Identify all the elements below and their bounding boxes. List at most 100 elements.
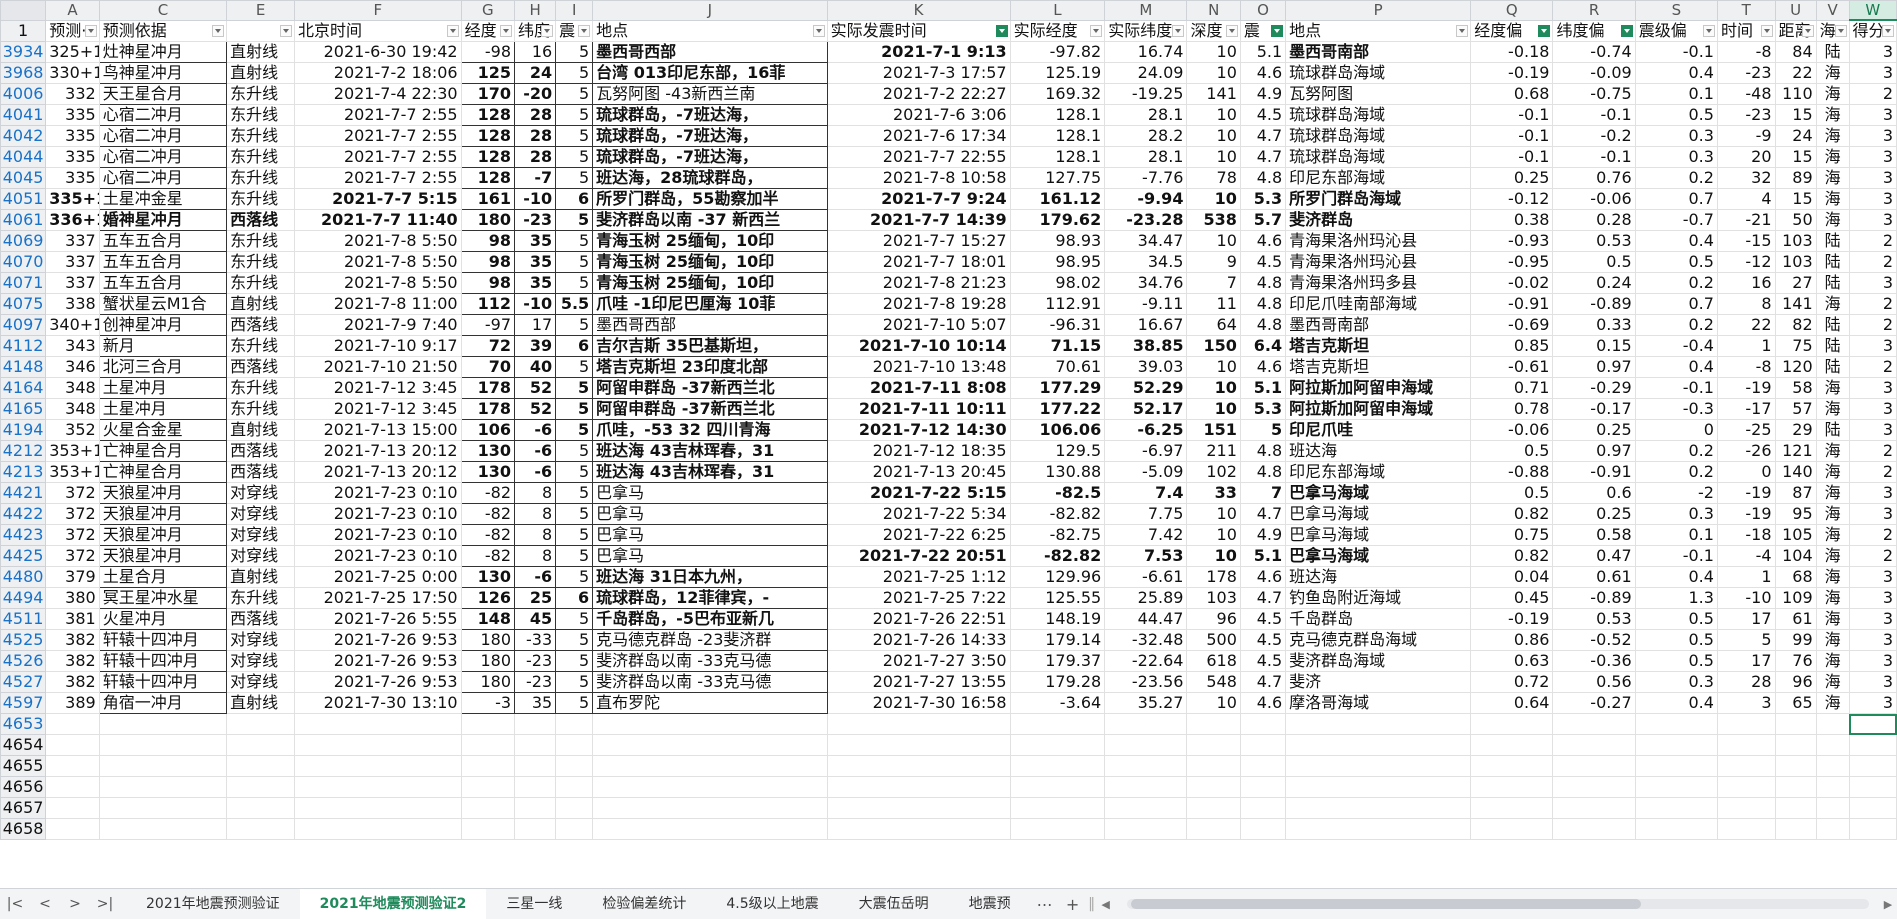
row-number[interactable]: 1	[0, 19, 47, 42]
table-cell[interactable]: 6.4	[1239, 335, 1287, 357]
table-cell[interactable]: 68	[1774, 566, 1817, 588]
table-cell[interactable]: 3	[1848, 608, 1897, 630]
table-cell[interactable]: -23	[514, 650, 557, 672]
table-cell[interactable]: 24.09	[1104, 62, 1188, 84]
table-cell[interactable]: 180	[460, 209, 516, 231]
table-cell[interactable]: -0.17	[1552, 398, 1636, 420]
table-cell[interactable]	[1470, 818, 1554, 840]
table-cell[interactable]: 0.82	[1470, 503, 1554, 525]
table-cell[interactable]: 618	[1186, 650, 1241, 672]
table-cell[interactable]: 78	[1186, 167, 1241, 189]
table-cell[interactable]: 新月	[98, 335, 228, 357]
table-cell[interactable]: -18	[1716, 524, 1776, 546]
table-cell[interactable]	[1104, 818, 1188, 840]
table-cell[interactable]: -82	[460, 503, 516, 525]
table-cell[interactable]: -9	[1716, 125, 1776, 147]
table-cell[interactable]: 128	[460, 104, 516, 126]
table-cell[interactable]: 6	[555, 188, 594, 210]
table-cell[interactable]	[1815, 818, 1850, 840]
table-cell[interactable]: 天狼星冲月	[98, 503, 228, 525]
table-cell[interactable]: 348	[45, 377, 100, 399]
table-cell[interactable]	[294, 818, 462, 840]
table-cell[interactable]: 5	[555, 125, 594, 147]
table-cell[interactable]	[555, 713, 594, 735]
table-cell[interactable]: 青海果洛州玛沁县	[1285, 230, 1472, 252]
table-cell[interactable]: 陆	[1815, 41, 1850, 63]
sheet-tab[interactable]: 4.5级以上地震	[706, 889, 838, 919]
table-cell[interactable]: 10	[1186, 356, 1241, 378]
table-cell[interactable]: 2021-7-6 3:06	[826, 104, 1011, 126]
table-cell[interactable]: 11	[1186, 293, 1241, 315]
table-cell[interactable]: 陆	[1815, 272, 1850, 294]
table-cell[interactable]: 5	[555, 440, 594, 462]
table-cell[interactable]: 353+1	[45, 440, 100, 462]
table-cell[interactable]: 5.7	[1239, 209, 1287, 231]
filter-active-icon[interactable]	[995, 24, 1008, 37]
table-cell[interactable]: 对穿线	[226, 503, 296, 525]
table-cell[interactable]: 海	[1815, 545, 1850, 567]
table-cell[interactable]: 海	[1815, 650, 1850, 672]
table-cell[interactable]: 10	[1186, 545, 1241, 567]
table-cell[interactable]: 0.38	[1470, 209, 1554, 231]
table-cell[interactable]: 98.02	[1009, 272, 1106, 294]
table-cell[interactable]: -2	[1634, 482, 1718, 504]
table-cell[interactable]: 2021-7-25 1:12	[826, 566, 1011, 588]
table-cell[interactable]	[226, 713, 296, 735]
table-cell[interactable]: 东升线	[226, 587, 296, 609]
table-cell[interactable]	[1009, 818, 1106, 840]
table-cell[interactable]: 177.29	[1009, 377, 1106, 399]
table-cell[interactable]	[1716, 734, 1776, 756]
table-cell[interactable]: 对穿线	[226, 671, 296, 693]
table-cell[interactable]: 4.6	[1239, 62, 1287, 84]
table-cell[interactable]: 西落线	[226, 314, 296, 336]
table-cell[interactable]: 4.7	[1239, 503, 1287, 525]
tab-divider[interactable]: ‖	[1087, 896, 1097, 912]
table-cell[interactable]: 0.5	[1634, 104, 1718, 126]
table-cell[interactable]: 海	[1815, 398, 1850, 420]
table-cell[interactable]: 2021-7-8 5:50	[294, 230, 462, 252]
table-cell[interactable]: 2021-7-7 15:27	[826, 230, 1011, 252]
table-cell[interactable]: 15	[1774, 146, 1817, 168]
table-cell[interactable]: 2021-7-30 13:10	[294, 692, 462, 714]
table-cell[interactable]: 8	[514, 524, 557, 546]
table-cell[interactable]: 2021-7-23 0:10	[294, 545, 462, 567]
table-cell[interactable]: 8	[514, 545, 557, 567]
table-cell[interactable]: 陆	[1815, 314, 1850, 336]
row-number[interactable]: 4148	[0, 356, 47, 378]
table-cell[interactable]: -21	[1716, 209, 1776, 231]
table-cell[interactable]: 5.1	[1239, 41, 1287, 63]
table-cell[interactable]: 塔吉克斯坦	[1285, 335, 1472, 357]
table-cell[interactable]	[592, 734, 828, 756]
table-cell[interactable]	[1716, 713, 1776, 735]
table-cell[interactable]: 2021-7-8 21:23	[826, 272, 1011, 294]
table-cell[interactable]	[1848, 755, 1897, 777]
table-cell[interactable]: 372	[45, 545, 100, 567]
table-cell[interactable]	[514, 734, 557, 756]
table-cell[interactable]: 青海果洛州玛沁县	[1285, 251, 1472, 273]
table-cell[interactable]: 2021-7-27 13:55	[826, 671, 1011, 693]
table-cell[interactable]: 7.75	[1104, 503, 1188, 525]
table-cell[interactable]: 538	[1186, 209, 1241, 231]
row-number[interactable]: 4423	[0, 524, 47, 546]
table-cell[interactable]: 2	[1848, 461, 1897, 483]
table-cell[interactable]: 109	[1774, 587, 1817, 609]
table-cell[interactable]: 140	[1774, 461, 1817, 483]
table-cell[interactable]: 4.7	[1239, 587, 1287, 609]
table-cell[interactable]: 5	[555, 482, 594, 504]
table-cell[interactable]: 335	[45, 125, 100, 147]
table-cell[interactable]: 海	[1815, 146, 1850, 168]
table-cell[interactable]: 2	[1848, 545, 1897, 567]
table-cell[interactable]: -0.89	[1552, 293, 1636, 315]
table-cell[interactable]: -17	[1716, 398, 1776, 420]
table-cell[interactable]: 348	[45, 398, 100, 420]
table-cell[interactable]: 巴拿马	[592, 482, 828, 504]
table-cell[interactable]: 0.04	[1470, 566, 1554, 588]
table-cell[interactable]: -9.11	[1104, 293, 1188, 315]
row-number[interactable]: 4655	[0, 755, 47, 777]
table-cell[interactable]: 轩辕十四冲月	[98, 650, 228, 672]
first-sheet-icon[interactable]: |<	[0, 896, 30, 912]
table-cell[interactable]: 阿拉斯加阿留申海域	[1285, 377, 1472, 399]
table-cell[interactable]: -0.09	[1552, 62, 1636, 84]
sheet-tab[interactable]: 2021年地震预测验证	[126, 889, 300, 919]
row-number[interactable]: 4425	[0, 545, 47, 567]
